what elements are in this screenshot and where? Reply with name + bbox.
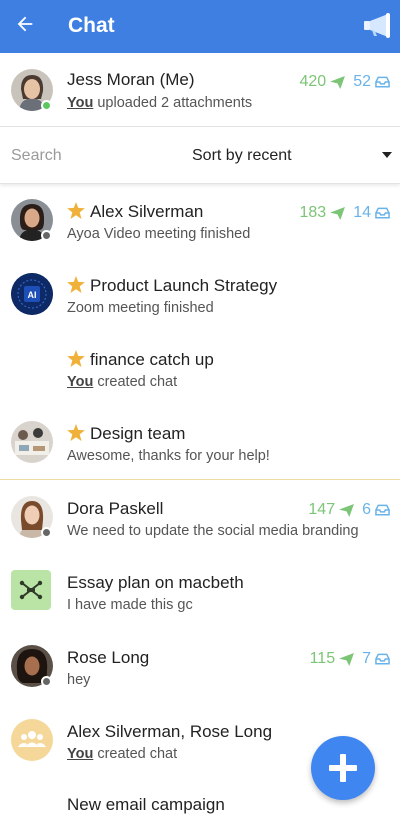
plus-icon — [329, 754, 357, 782]
inbox-icon — [375, 207, 390, 219]
search-sort-bar: Search Sort by recent — [0, 128, 400, 184]
activity-text: uploaded 2 attachments — [97, 95, 253, 111]
chat-list-item[interactable]: Essay plan on macbeth I have made this g… — [0, 555, 400, 629]
my-last-activity: You uploaded 2 attachments — [67, 95, 252, 111]
chat-list-item[interactable]: AI Product Launch Strategy Zoom meeting … — [0, 258, 400, 332]
my-name: Jess Moran (Me) — [67, 70, 195, 89]
chat-list-item[interactable]: Alex Silverman Ayoa Video meeting finish… — [0, 184, 400, 258]
chat-list-item[interactable]: Design team Awesome, thanks for your hel… — [0, 406, 400, 480]
inbox-icon — [375, 76, 390, 88]
chat-name: Dora Paskell — [67, 499, 164, 518]
chat-name: Alex Silverman — [67, 202, 203, 222]
you-label: You — [67, 374, 94, 390]
message-counts: 183 14 — [300, 204, 391, 222]
paper-plane-icon — [330, 75, 346, 89]
star-icon — [67, 276, 85, 293]
star-icon — [67, 350, 85, 367]
avatar — [11, 421, 53, 463]
received-count: 52 — [353, 73, 371, 90]
paper-plane-icon — [339, 503, 355, 517]
you-label: You — [67, 95, 94, 111]
chat-last-message: You created chat — [67, 746, 178, 762]
chat-name: Design team — [67, 424, 185, 444]
you-label: You — [67, 746, 94, 762]
sent-count: 115 — [309, 650, 336, 667]
chat-list-item[interactable]: Rose Long hey 115 7 — [0, 630, 400, 704]
avatar: AI — [11, 273, 53, 315]
inbox-icon — [375, 504, 390, 516]
inbox-icon — [375, 653, 390, 665]
search-input[interactable]: Search — [11, 147, 62, 165]
my-profile-row[interactable]: Jess Moran (Me) You uploaded 2 attachmen… — [0, 53, 400, 127]
chat-last-message: Awesome, thanks for your help! — [67, 448, 270, 464]
page-title: Chat — [68, 14, 115, 37]
chat-name: Product Launch Strategy — [67, 276, 277, 296]
chat-last-message: hey — [67, 672, 91, 688]
chat-name: Essay plan on macbeth — [67, 573, 244, 592]
message-counts: 147 6 — [308, 501, 390, 519]
megaphone-icon[interactable] — [362, 10, 392, 40]
sent-count: 420 — [299, 73, 327, 90]
svg-text:AI: AI — [28, 290, 37, 300]
online-status-dot — [41, 100, 52, 111]
caret-down-icon[interactable] — [382, 152, 392, 158]
sent-count: 183 — [299, 204, 327, 221]
chat-last-message: I have made this gc — [67, 597, 193, 613]
star-icon — [67, 424, 85, 441]
chat-last-message: Zoom meeting finished — [67, 300, 214, 316]
arrow-left-icon[interactable] — [14, 13, 36, 35]
received-count: 6 — [362, 501, 371, 518]
chat-name: Rose Long — [67, 648, 150, 667]
message-counts: 115 7 — [310, 650, 390, 668]
chat-last-message: Ayoa Video meeting finished — [67, 226, 251, 242]
new-chat-button[interactable] — [311, 736, 375, 800]
favorites-divider — [0, 479, 400, 480]
message-counts: 420 52 — [300, 73, 391, 91]
chat-last-message: We need to update the social media brand… — [67, 523, 359, 539]
chat-last-message: You created chat — [67, 374, 178, 390]
sort-dropdown[interactable]: Sort by recent — [192, 147, 292, 165]
offline-status-dot — [41, 230, 52, 241]
paper-plane-icon — [330, 206, 346, 220]
received-count: 7 — [362, 650, 371, 667]
received-count: 14 — [353, 204, 371, 221]
group-avatar-icon — [11, 719, 53, 761]
offline-status-dot — [41, 676, 52, 687]
app-header: Chat — [0, 0, 400, 53]
chat-name: finance catch up — [67, 350, 214, 370]
chat-name: Alex Silverman, Rose Long — [67, 722, 273, 741]
sent-count: 147 — [308, 501, 336, 518]
chat-list-item[interactable]: finance catch up You created chat — [0, 332, 400, 406]
chat-list-item[interactable]: Dora Paskell We need to update the socia… — [0, 481, 400, 555]
star-icon — [67, 202, 85, 219]
paper-plane-icon — [339, 652, 355, 666]
group-chat-icon — [11, 570, 51, 610]
offline-status-dot — [41, 527, 52, 538]
chat-name: New email campaign — [67, 795, 225, 814]
